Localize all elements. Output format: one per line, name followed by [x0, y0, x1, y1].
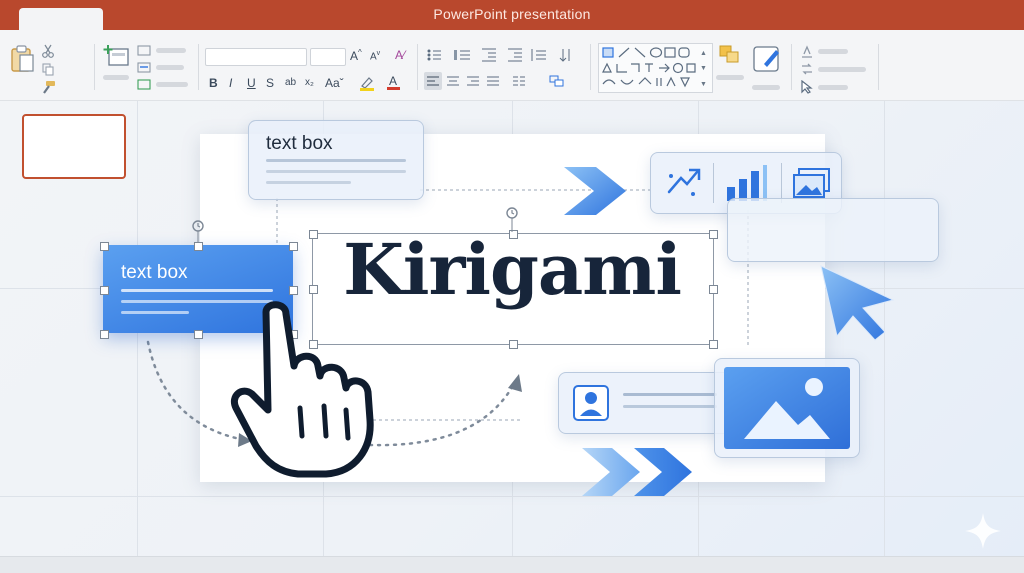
rotate-handle-icon[interactable]: [189, 218, 207, 244]
hand-pointer-icon: [231, 301, 374, 478]
resize-handle[interactable]: [194, 330, 203, 339]
contact-card[interactable]: [558, 372, 732, 434]
selected-text-box-label: text box: [121, 262, 188, 283]
empty-card: [727, 198, 939, 262]
sparkle-icon: [965, 513, 1001, 549]
text-box-label: text box: [266, 133, 333, 154]
resize-handle[interactable]: [309, 230, 318, 239]
resize-handle[interactable]: [709, 230, 718, 239]
text-box-card[interactable]: text box: [248, 120, 424, 200]
resize-handle[interactable]: [289, 286, 298, 295]
cursor-arrow-icon: [820, 265, 895, 341]
chevron-arrows-icon: [582, 448, 692, 496]
chevron-arrows-icon: [564, 167, 626, 215]
smartart-icon[interactable]: [663, 166, 703, 200]
status-bar: [0, 556, 1024, 573]
picture-card[interactable]: [714, 358, 860, 458]
image-icon[interactable]: [793, 167, 831, 199]
resize-handle[interactable]: [289, 242, 298, 251]
slide-title-text[interactable]: Kirigami: [312, 228, 712, 311]
resize-handle[interactable]: [709, 340, 718, 349]
picture-icon: [724, 367, 850, 449]
resize-handle[interactable]: [100, 286, 109, 295]
resize-handle[interactable]: [100, 330, 109, 339]
resize-handle[interactable]: [100, 242, 109, 251]
resize-handle[interactable]: [709, 285, 718, 294]
resize-handle[interactable]: [509, 340, 518, 349]
rotate-handle-icon[interactable]: [503, 205, 521, 233]
contact-icon: [573, 385, 609, 421]
resize-handle[interactable]: [309, 285, 318, 294]
